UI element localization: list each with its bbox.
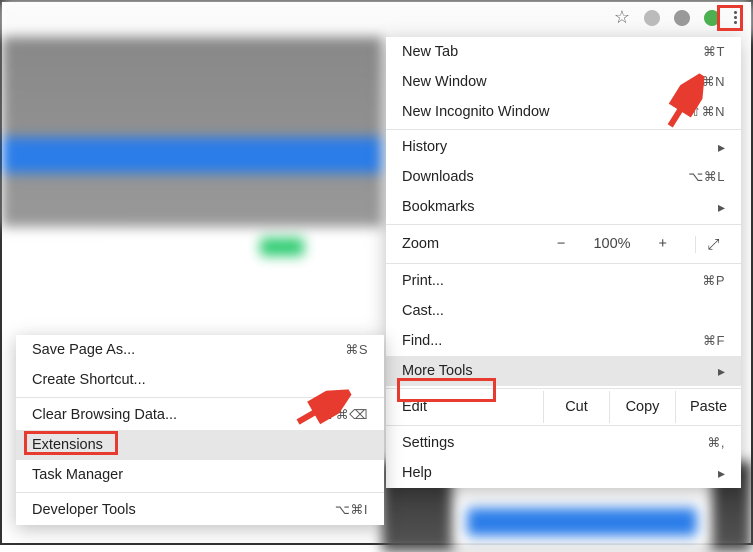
menu-shortcut: ⌘F [703, 333, 725, 349]
bookmark-star-icon[interactable]: ☆ [614, 7, 630, 28]
edit-paste-button[interactable]: Paste [675, 391, 741, 423]
fullscreen-icon[interactable]: ⤢ [695, 236, 731, 253]
menu-item-label: Task Manager [32, 467, 123, 483]
ext-icon-3[interactable] [704, 10, 720, 26]
menu-print[interactable]: Print... ⌘P [386, 266, 741, 296]
sub-extensions[interactable]: Extensions [16, 430, 384, 460]
menu-shortcut: ⌥⌘L [688, 169, 725, 185]
menu-shortcut: ⌘P [702, 273, 725, 289]
submenu-chevron-icon: ▸ [718, 139, 725, 156]
submenu-chevron-icon: ▸ [718, 363, 725, 380]
menu-shortcut: ⌘S [345, 342, 368, 358]
menu-separator [386, 425, 741, 426]
menu-separator [386, 388, 741, 389]
menu-item-label: New Window [402, 74, 487, 90]
kebab-menu-icon[interactable] [734, 7, 737, 28]
menu-item-label: Cast... [402, 303, 444, 319]
menu-separator [16, 492, 384, 493]
menu-item-label: Print... [402, 273, 444, 289]
menu-downloads[interactable]: Downloads ⌥⌘L [386, 162, 741, 192]
zoom-in-button[interactable]: + [655, 236, 671, 252]
zoom-value: 100% [589, 236, 634, 252]
menu-item-label: New Incognito Window [402, 104, 550, 120]
menu-item-label: Developer Tools [32, 502, 136, 518]
menu-item-label: Bookmarks [402, 199, 475, 215]
menu-new-tab[interactable]: New Tab ⌘T [386, 37, 741, 67]
ext-icon-2[interactable] [674, 10, 690, 26]
menu-cast[interactable]: Cast... [386, 296, 741, 326]
zoom-label: Zoom [402, 236, 502, 252]
menu-find[interactable]: Find... ⌘F [386, 326, 741, 356]
edit-copy-button[interactable]: Copy [609, 391, 675, 423]
sub-task-manager[interactable]: Task Manager [16, 460, 384, 490]
menu-history[interactable]: History ▸ [386, 132, 741, 162]
menu-settings[interactable]: Settings ⌘, [386, 428, 741, 458]
menu-shortcut: ⌥⌘I [335, 502, 368, 518]
edit-label: Edit [386, 399, 543, 415]
ext-icon-1[interactable] [644, 10, 660, 26]
menu-shortcut: ⌘T [703, 44, 725, 60]
menu-item-label: Find... [402, 333, 442, 349]
menu-item-label: History [402, 139, 447, 155]
more-tools-submenu: Save Page As... ⌘S Create Shortcut... Clear… [16, 335, 384, 525]
menu-shortcut: ⌘, [707, 435, 725, 451]
submenu-chevron-icon: ▸ [718, 199, 725, 216]
menu-item-label: Help [402, 465, 432, 481]
menu-item-label: Clear Browsing Data... [32, 407, 177, 423]
menu-item-label: Save Page As... [32, 342, 135, 358]
zoom-out-button[interactable]: − [553, 236, 569, 252]
edit-cut-button[interactable]: Cut [543, 391, 609, 423]
menu-edit-row: Edit Cut Copy Paste [386, 391, 741, 423]
menu-zoom-row: Zoom − 100% + ⤢ [386, 227, 741, 261]
menu-separator [386, 129, 741, 130]
menu-separator [386, 224, 741, 225]
menu-item-label: Extensions [32, 437, 103, 453]
browser-toolbar-right: ☆ [614, 7, 737, 28]
menu-item-label: New Tab [402, 44, 458, 60]
menu-item-label: More Tools [402, 363, 473, 379]
menu-item-label: Downloads [402, 169, 474, 185]
submenu-chevron-icon: ▸ [718, 465, 725, 482]
menu-separator [386, 263, 741, 264]
menu-bookmarks[interactable]: Bookmarks ▸ [386, 192, 741, 222]
menu-item-label: Create Shortcut... [32, 372, 146, 388]
menu-item-label: Settings [402, 435, 454, 451]
menu-more-tools[interactable]: More Tools ▸ [386, 356, 741, 386]
sub-save-page[interactable]: Save Page As... ⌘S [16, 335, 384, 365]
sub-dev-tools[interactable]: Developer Tools ⌥⌘I [16, 495, 384, 525]
menu-help[interactable]: Help ▸ [386, 458, 741, 488]
